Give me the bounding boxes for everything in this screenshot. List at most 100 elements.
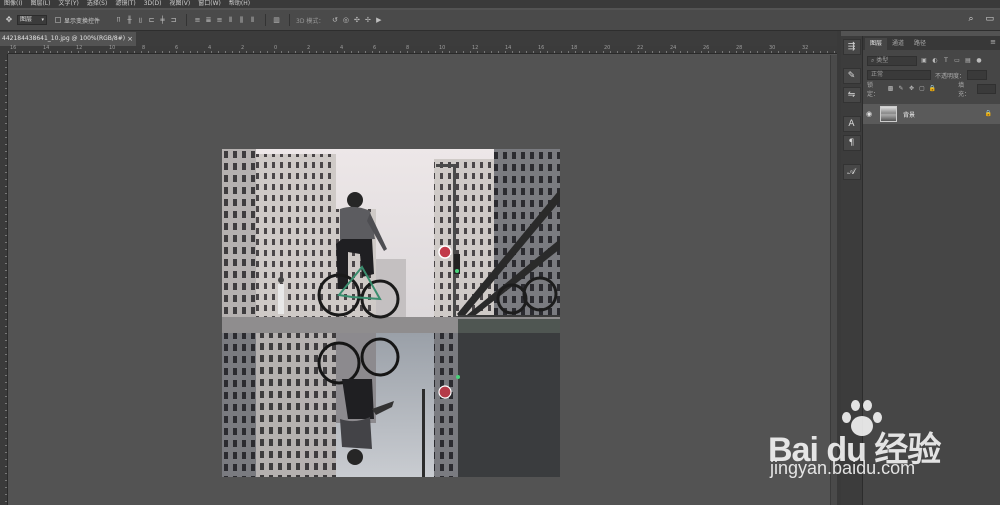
document-tab[interactable]: 442184438641_10.jpg @ 100%(RGB/8#) × — [0, 32, 136, 46]
shape-filter-icon[interactable]: ▭ — [953, 57, 961, 65]
tab-paths[interactable]: 路径 — [909, 38, 931, 50]
divider — [186, 14, 188, 26]
search-icon[interactable]: ⌕ — [968, 14, 973, 24]
menu-image[interactable]: 图像(I) — [4, 0, 22, 8]
ruler-tick-label: 26 — [703, 45, 710, 51]
align-right-icon[interactable]: ⊐ — [169, 16, 178, 24]
ruler-left[interactable] — [0, 54, 8, 505]
document-tab-bar: 442184438641_10.jpg @ 100%(RGB/8#) × — [0, 31, 837, 46]
rotate-3d-icon[interactable]: ↺ — [330, 16, 339, 24]
menu-view[interactable]: 视图(V) — [169, 0, 190, 8]
type-filter-icon[interactable]: T — [942, 57, 950, 65]
menu-select[interactable]: 选择(S) — [87, 0, 108, 8]
brush-panel-icon[interactable]: ✎ — [842, 68, 861, 84]
ruler-tick-label: 12 — [472, 45, 479, 51]
auto-align-icon[interactable]: ▥ — [272, 16, 281, 24]
ruler-tick-label: 0 — [274, 45, 278, 51]
ruler-tick-label: 12 — [76, 45, 83, 51]
distribute-vcenter-icon[interactable]: ≣ — [204, 16, 213, 24]
distribute-top-icon[interactable]: ≡ — [193, 16, 202, 24]
ruler-tick-label: 16 — [538, 45, 545, 51]
menu-bar: 图像(I) 图层(L) 文字(Y) 选择(S) 滤镜(T) 3D(D) 视图(V… — [0, 0, 1000, 8]
opacity-field[interactable] — [967, 70, 988, 80]
lock-label: 锁定： — [867, 82, 880, 98]
lock-transparency-icon[interactable]: ▩ — [887, 85, 894, 93]
lock-all-icon[interactable]: 🔒 — [929, 85, 936, 93]
close-icon[interactable]: × — [127, 32, 133, 46]
ruler-tick-label: 32 — [802, 45, 809, 51]
lock-position-icon[interactable]: ✥ — [908, 85, 915, 93]
smart-object-filter-icon[interactable]: ▤ — [964, 57, 972, 65]
tab-layers[interactable]: 图层 — [865, 38, 888, 50]
distribute-right-icon[interactable]: ⦀ — [248, 16, 257, 25]
auto-select-value: 图层 — [20, 16, 33, 23]
character-panel-icon[interactable]: A — [842, 116, 861, 132]
ruler-tick-label: 10 — [439, 45, 446, 51]
paragraph-panel-icon[interactable]: ¶ — [842, 135, 861, 151]
mode-3d-label: 3D 模式： — [296, 17, 325, 25]
opacity-label: 不透明度： — [935, 72, 966, 80]
lock-artboard-icon[interactable]: ▢ — [918, 85, 925, 93]
lock-icon: 🔒 — [984, 110, 992, 117]
distribute-hcenter-icon[interactable]: ⫼ — [237, 16, 246, 25]
ruler-top[interactable] — [8, 46, 837, 54]
ruler-tick-label: 8 — [142, 45, 146, 51]
ruler-tick-label: 4 — [208, 45, 212, 51]
panel-tabs: 图层 通道 路径 ≡ — [863, 36, 1000, 50]
lock-pixels-icon[interactable]: ✎ — [897, 85, 904, 93]
show-transform-checkbox[interactable] — [55, 17, 61, 23]
pixel-filter-icon[interactable]: ▣ — [920, 57, 928, 65]
menu-help[interactable]: 帮助(H) — [229, 0, 250, 8]
distribute-bottom-icon[interactable]: ≡ — [215, 16, 224, 24]
align-left-icon[interactable]: ⊏ — [147, 16, 156, 24]
layer-filter-dropdown[interactable]: ⌕ 类型 — [867, 56, 917, 66]
ruler-corner[interactable] — [0, 46, 8, 54]
menu-3d[interactable]: 3D(D) — [144, 0, 162, 8]
filter-toggle-icon[interactable]: ● — [975, 57, 983, 65]
blend-mode-value: 正常 — [871, 71, 884, 78]
ruler-tick-label: 2 — [241, 45, 245, 51]
history-panel-icon[interactable]: ⇶ — [842, 39, 861, 55]
adjustment-filter-icon[interactable]: ◐ — [931, 57, 939, 65]
drag-3d-icon[interactable]: ✣ — [352, 16, 361, 24]
menu-type[interactable]: 文字(Y) — [58, 0, 78, 8]
layer-row-background[interactable]: ◉ 背景 🔒 — [863, 104, 1000, 124]
align-bottom-icon[interactable]: ⫫ — [136, 16, 145, 25]
align-top-icon[interactable]: ⫪ — [114, 16, 123, 25]
ruler-tick-label: 6 — [373, 45, 377, 51]
menu-layer[interactable]: 图层(L) — [30, 0, 50, 8]
blend-mode-dropdown[interactable]: 正常 — [867, 70, 931, 80]
align-vcenter-icon[interactable]: ╫ — [125, 16, 134, 24]
auto-select-dropdown[interactable]: 图层 ▾ — [17, 15, 47, 25]
filter-value: 类型 — [876, 57, 889, 64]
ruler-tick-label: 6 — [175, 45, 179, 51]
move-tool-icon[interactable]: ✥ — [4, 15, 14, 25]
align-hcenter-icon[interactable]: ╪ — [158, 16, 167, 24]
watermark-url: jingyan.baidu.com — [770, 458, 916, 478]
fill-label: 填充： — [958, 82, 971, 98]
filter-row: ⌕ 类型 ▣ ◐ T ▭ ▤ ● — [863, 54, 1000, 68]
fill-field[interactable] — [976, 84, 996, 94]
menu-filter[interactable]: 滤镜(T) — [115, 0, 135, 8]
document-image[interactable]: Guigurui — [222, 149, 560, 477]
ruler-tick-label: 10 — [109, 45, 116, 51]
lock-row: 锁定： ▩ ✎ ✥ ▢ 🔒 填充： — [863, 82, 1000, 98]
slide-3d-icon[interactable]: ✢ — [363, 16, 372, 24]
show-transform-label: 显示变换控件 — [64, 17, 101, 25]
eye-icon[interactable]: ◉ — [863, 110, 875, 118]
glyphs-panel-icon[interactable]: 𝒜 — [842, 164, 861, 180]
workspace-icon[interactable]: ▭ — [985, 14, 994, 24]
photo-bicycle-reflection: Guigurui — [222, 149, 560, 477]
adjustments-panel-icon[interactable]: ⇋ — [842, 87, 861, 103]
ruler-tick-label: 30 — [769, 45, 776, 51]
menu-window[interactable]: 窗口(W) — [198, 0, 221, 8]
chevron-down-icon: ▾ — [41, 17, 44, 23]
tab-channels[interactable]: 通道 — [887, 38, 909, 50]
panel-menu-icon[interactable]: ≡ — [990, 38, 996, 46]
scale-3d-icon[interactable]: ▶ — [374, 16, 383, 24]
ruler-tick-label: 22 — [637, 45, 644, 51]
roll-3d-icon[interactable]: ◎ — [341, 16, 350, 24]
distribute-left-icon[interactable]: ⦀ — [226, 16, 235, 25]
ruler-tick-label: 14 — [505, 45, 512, 51]
